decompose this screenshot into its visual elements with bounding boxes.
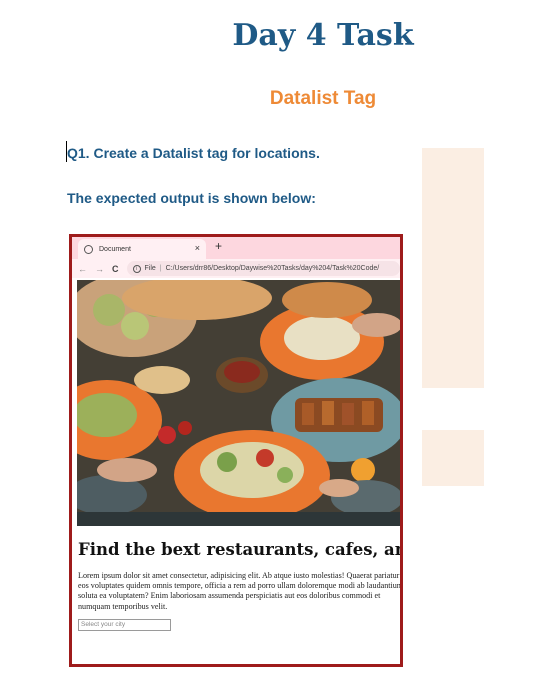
reload-icon[interactable]: C <box>112 264 119 274</box>
url-path: C:/Users/drr86/Desktop/Daywise%20Tasks/d… <box>165 265 380 272</box>
browser-tab-title: Document <box>99 245 131 253</box>
back-arrow-icon[interactable]: ← <box>78 264 87 274</box>
forward-arrow-icon[interactable]: → <box>95 264 104 274</box>
browser-tab-bar: Document × + <box>72 237 400 259</box>
lorem-paragraph: Lorem ipsum dolor sit amet consectetur, … <box>78 571 403 611</box>
url-field[interactable]: i File | C:/Users/drr86/Desktop/Daywise%… <box>126 261 400 276</box>
new-tab-button[interactable]: + <box>215 239 222 253</box>
expected-output-screenshot: Document × + ← → C i File | C:/Users/drr… <box>69 234 403 667</box>
expected-output-label: The expected output is shown below: <box>67 190 316 206</box>
city-datalist-input[interactable]: Select your city <box>78 619 171 631</box>
watermark-exclamation-bar <box>422 148 484 388</box>
question-text: Q1. Create a Datalist tag for locations. <box>67 145 320 161</box>
document-subtitle: Datalist Tag <box>269 88 377 109</box>
url-separator: | <box>159 265 162 272</box>
url-prefix: File <box>144 265 156 272</box>
globe-icon <box>84 244 93 254</box>
document-title: Day 4 Task <box>232 18 414 53</box>
browser-tab[interactable]: Document × <box>78 239 206 259</box>
page-heading: Find the bext restaurants, cafes, and ba… <box>78 540 400 559</box>
watermark-exclamation-dot <box>422 430 484 486</box>
info-icon: i <box>132 264 141 273</box>
browser-address-bar: ← → C i File | C:/Users/drr86/Desktop/Da… <box>72 259 400 278</box>
close-tab-icon[interactable]: × <box>195 243 200 253</box>
food-table-photo <box>77 280 400 526</box>
